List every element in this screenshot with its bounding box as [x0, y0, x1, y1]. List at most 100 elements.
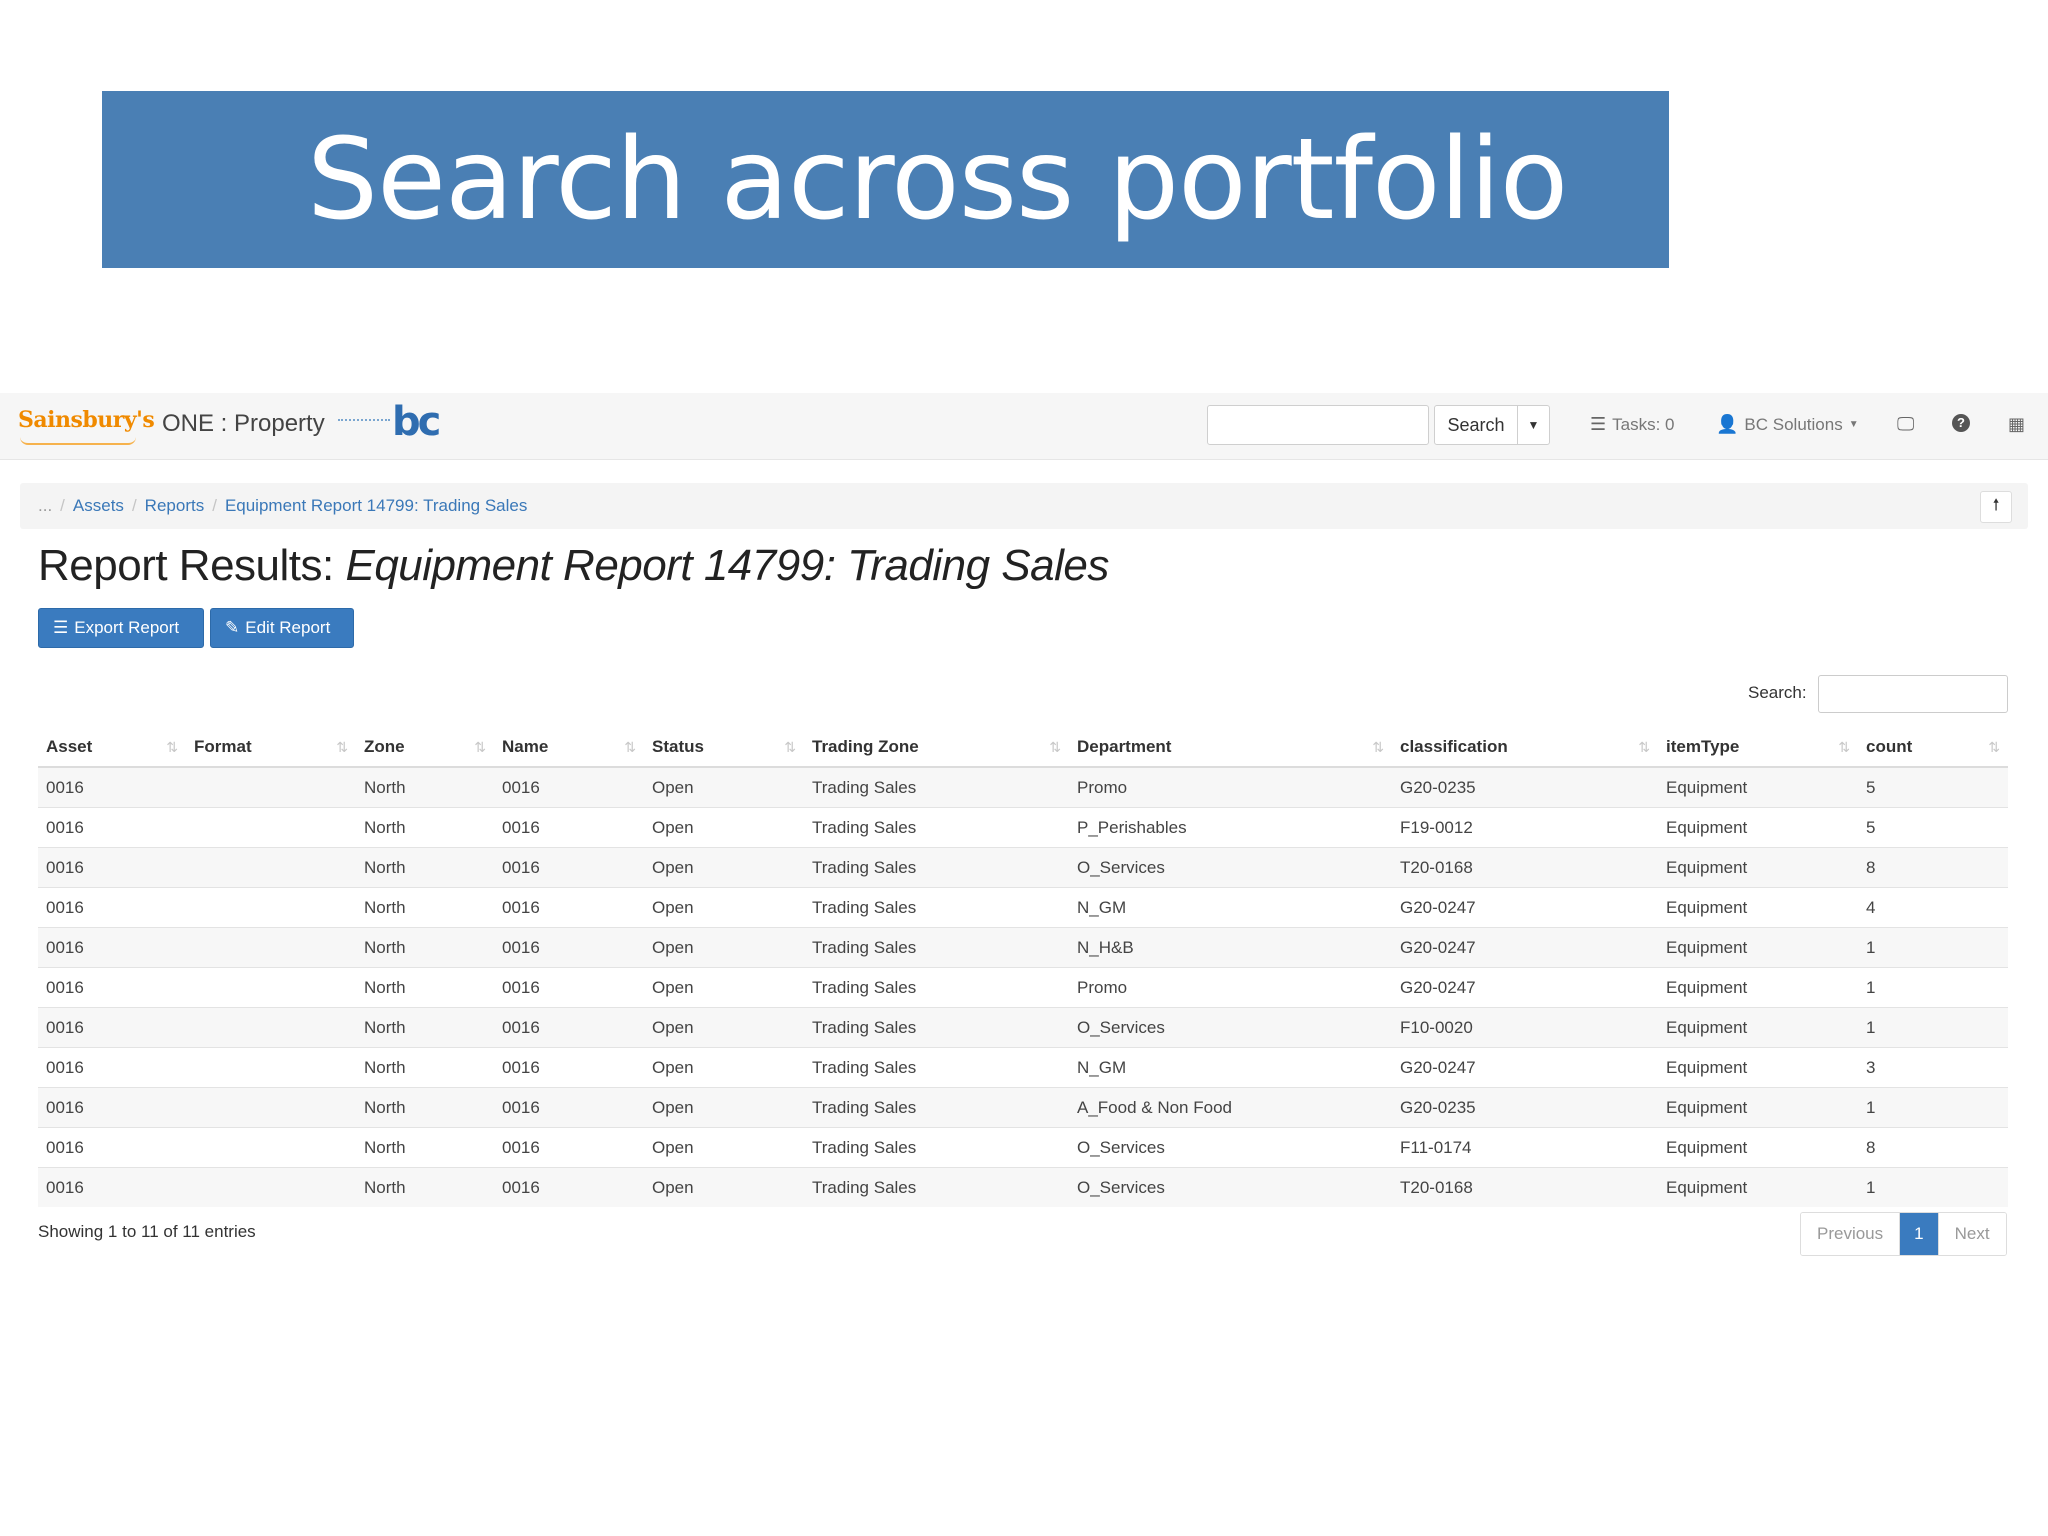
- list-icon: ☰: [53, 618, 69, 637]
- table-row[interactable]: 0016 North 0016 Open Trading Sales N_GM G20-02…: [38, 887, 2008, 928]
- table-row[interactable]: 0016 North 0016 Open Trading Sales O_Services…: [38, 1007, 2008, 1048]
- cell-status: Open: [644, 1047, 804, 1088]
- table-row[interactable]: 0016 North 0016 Open Trading Sales O_Services…: [38, 847, 2008, 888]
- cell-count: 1: [1858, 1167, 2008, 1207]
- export-report-button[interactable]: ☰ Export Report: [38, 608, 204, 648]
- cell-zone: North: [356, 1007, 494, 1048]
- column-header-count[interactable]: count ⇅: [1858, 728, 2008, 768]
- cell-asset: 0016: [38, 1127, 186, 1168]
- cell-status: Open: [644, 887, 804, 928]
- sort-icon: ⇅: [474, 739, 486, 755]
- apps-button[interactable]: ▦: [2008, 414, 2025, 435]
- breadcrumb-reports[interactable]: Reports: [145, 496, 205, 516]
- global-search-button[interactable]: Search: [1434, 405, 1518, 445]
- cell-count: 3: [1858, 1047, 2008, 1088]
- cell-name: 0016: [494, 887, 644, 928]
- pagination-next[interactable]: Next: [1937, 1213, 2006, 1255]
- page-title-prefix: Report Results:: [38, 541, 334, 590]
- cell-classification: G20-0247: [1392, 927, 1658, 968]
- cell-classification: G20-0247: [1392, 1047, 1658, 1088]
- column-header-status[interactable]: Status ⇅: [644, 728, 804, 768]
- cell-count: 1: [1858, 927, 2008, 968]
- cell-item-type: Equipment: [1658, 766, 1858, 808]
- table-row[interactable]: 0016 North 0016 Open Trading Sales Promo G20-0…: [38, 766, 2008, 808]
- cell-zone: North: [356, 847, 494, 888]
- sort-icon: ⇅: [1372, 739, 1384, 755]
- cell-trading-zone: Trading Sales: [804, 887, 1069, 928]
- column-header-item-type[interactable]: itemType ⇅: [1658, 728, 1858, 768]
- slide-title: Search across portfolio: [307, 114, 1568, 245]
- table-row[interactable]: 0016 North 0016 Open Trading Sales P_Perishab…: [38, 807, 2008, 848]
- sort-icon: ⇅: [1049, 739, 1061, 755]
- table-search-label: Search:: [1748, 683, 1807, 702]
- column-header-format[interactable]: Format ⇅: [186, 728, 356, 768]
- cell-department: O_Services: [1069, 1007, 1392, 1048]
- cell-status: Open: [644, 927, 804, 968]
- pencil-icon: ✎: [225, 618, 240, 637]
- column-header-classification[interactable]: classification ⇅: [1392, 728, 1658, 768]
- app-name[interactable]: ONE : Property: [162, 410, 325, 438]
- cell-department: P_Perishables: [1069, 807, 1392, 848]
- table-row[interactable]: 0016 North 0016 Open Trading Sales O_Services…: [38, 1127, 2008, 1168]
- column-header-asset[interactable]: Asset ⇅: [38, 728, 186, 768]
- cell-format: [186, 967, 356, 1008]
- table-row[interactable]: 0016 North 0016 Open Trading Sales O_Services…: [38, 1167, 2008, 1207]
- table-row[interactable]: 0016 North 0016 Open Trading Sales N_H&B G20-0…: [38, 927, 2008, 968]
- breadcrumb-separator: /: [60, 496, 65, 515]
- cell-status: Open: [644, 847, 804, 888]
- sort-ascending-icon: ⇅: [166, 739, 178, 755]
- pagination-page-current[interactable]: 1: [1900, 1213, 1938, 1255]
- cell-asset: 0016: [38, 847, 186, 888]
- cell-zone: North: [356, 887, 494, 928]
- cell-department: N_GM: [1069, 1047, 1392, 1088]
- tasks-menu[interactable]: ☰ Tasks: 0: [1590, 414, 1675, 435]
- cell-zone: North: [356, 1087, 494, 1128]
- cell-zone: North: [356, 1127, 494, 1168]
- cell-asset: 0016: [38, 807, 186, 848]
- search-options-caret[interactable]: ▼: [1518, 405, 1550, 445]
- table-row[interactable]: 0016 North 0016 Open Trading Sales Promo G20-0…: [38, 967, 2008, 1008]
- column-header-trading-zone[interactable]: Trading Zone ⇅: [804, 728, 1069, 768]
- breadcrumb-current-report[interactable]: Equipment Report 14799: Trading Sales: [225, 496, 527, 516]
- global-search-input[interactable]: [1207, 405, 1429, 445]
- edit-report-label: Edit Report: [245, 618, 331, 637]
- cell-zone: North: [356, 807, 494, 848]
- cell-department: O_Services: [1069, 1167, 1392, 1207]
- monitor-button[interactable]: 🖵: [1897, 414, 1914, 435]
- user-menu[interactable]: 👤 BC Solutions ▼: [1716, 414, 1859, 435]
- column-header-name[interactable]: Name ⇅: [494, 728, 644, 768]
- help-icon: ?: [1952, 414, 1970, 432]
- breadcrumb-separator: /: [212, 496, 217, 515]
- table-row[interactable]: 0016 North 0016 Open Trading Sales N_GM G20-02…: [38, 1047, 2008, 1088]
- cell-format: [186, 1047, 356, 1088]
- cell-name: 0016: [494, 1087, 644, 1128]
- help-button[interactable]: ?: [1952, 414, 1970, 432]
- brand-swoosh: [20, 437, 136, 445]
- column-header-zone[interactable]: Zone ⇅: [356, 728, 494, 768]
- edit-report-button[interactable]: ✎ Edit Report: [210, 608, 354, 648]
- cell-format: [186, 847, 356, 888]
- cell-count: 8: [1858, 1127, 2008, 1168]
- cell-item-type: Equipment: [1658, 1127, 1858, 1168]
- pagination-previous[interactable]: Previous: [1801, 1213, 1901, 1255]
- table-search-input[interactable]: [1818, 675, 2008, 713]
- app-navbar: Sainsbury's ONE : Property bc Search ▼ ☰…: [0, 393, 2048, 460]
- cell-zone: North: [356, 967, 494, 1008]
- cell-format: [186, 1087, 356, 1128]
- cell-item-type: Equipment: [1658, 927, 1858, 968]
- brand-logo[interactable]: Sainsbury's: [18, 407, 155, 433]
- cell-format: [186, 1007, 356, 1048]
- scroll-top-button[interactable]: 🠕: [1980, 491, 2012, 523]
- cell-trading-zone: Trading Sales: [804, 847, 1069, 888]
- column-header-department[interactable]: Department ⇅: [1069, 728, 1392, 768]
- cell-format: [186, 1167, 356, 1207]
- table-row[interactable]: 0016 North 0016 Open Trading Sales A_Food & N…: [38, 1087, 2008, 1128]
- page-title: Report Results: Equipment Report 14799: …: [38, 541, 1109, 591]
- cell-zone: North: [356, 1047, 494, 1088]
- cell-item-type: Equipment: [1658, 967, 1858, 1008]
- cell-classification: T20-0168: [1392, 847, 1658, 888]
- cell-zone: North: [356, 1167, 494, 1207]
- breadcrumb-assets[interactable]: Assets: [73, 496, 124, 516]
- breadcrumb-ellipsis[interactable]: ...: [38, 496, 52, 516]
- sort-icon: ⇅: [1988, 739, 2000, 755]
